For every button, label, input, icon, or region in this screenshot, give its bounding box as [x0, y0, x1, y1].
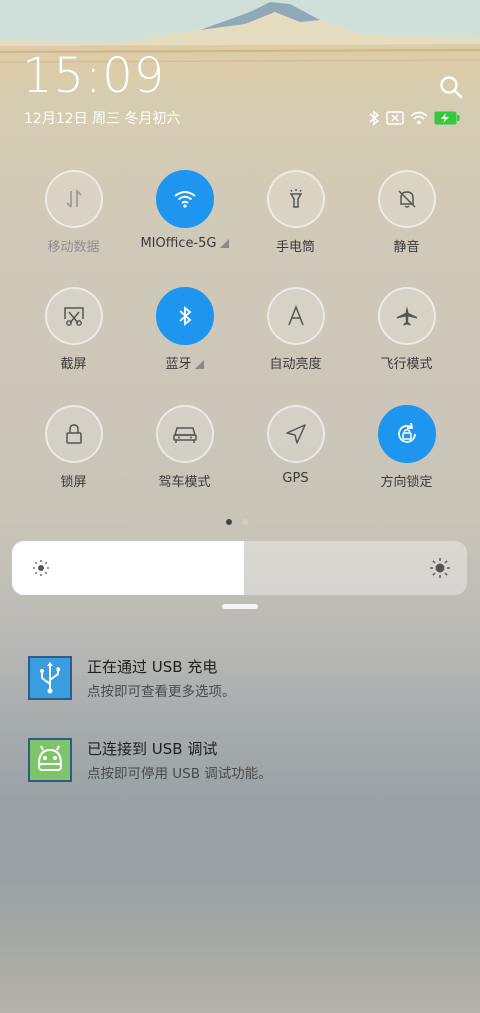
toggle-airplane[interactable]: 飞行模式 [351, 287, 462, 372]
wifi-icon [173, 191, 196, 208]
toggle-label: 截屏 [60, 357, 87, 372]
toggle-driving-mode[interactable]: 驾车模式 [129, 405, 240, 490]
page-dot-active [226, 519, 232, 525]
android-debug-icon [28, 738, 72, 782]
toggle-label: 静音 [393, 240, 420, 255]
notification-title: 正在通过 USB 充电 [87, 658, 218, 676]
toggle-mute[interactable]: 静音 [351, 170, 462, 255]
no-sim-icon [386, 111, 404, 125]
bluetooth-icon [178, 306, 191, 326]
usb-icon [28, 656, 72, 700]
brightness-low-icon [33, 560, 49, 576]
toggle-label: 移动数据 [47, 240, 100, 255]
brightness-high-icon [430, 558, 450, 578]
toggle-rotation-lock[interactable]: 方向锁定 [351, 405, 462, 490]
rotation-lock-icon [397, 422, 416, 443]
wifi-status-icon [410, 111, 428, 125]
mute-bell-icon [397, 190, 416, 208]
toggle-wifi[interactable]: MIOffice-5G [129, 170, 240, 251]
notification-title: 已连接到 USB 调试 [87, 740, 218, 758]
toggle-label: 方向锁定 [380, 475, 433, 490]
search-icon[interactable] [438, 74, 464, 100]
flashlight-icon [289, 189, 302, 208]
drag-handle[interactable] [222, 604, 258, 609]
toggle-flashlight[interactable]: 手电筒 [240, 170, 351, 255]
toggle-label: 蓝牙 [165, 357, 192, 372]
toggle-bluetooth[interactable]: 蓝牙 [129, 287, 240, 372]
mobile-data-icon [65, 188, 82, 208]
toggle-label: MIOffice-5G [140, 236, 217, 251]
battery-charging-icon [434, 111, 460, 125]
auto-brightness-icon [287, 305, 304, 326]
page-dot [242, 519, 248, 525]
toggle-label: GPS [282, 471, 309, 486]
lock-icon [65, 424, 82, 444]
clock-time: 15:09 [22, 48, 166, 104]
page-indicator [226, 519, 248, 525]
toggle-label: 锁屏 [60, 475, 87, 490]
toggle-auto-brightness[interactable]: 自动亮度 [240, 287, 351, 372]
toggle-label: 驾车模式 [158, 475, 211, 490]
toggle-label: 手电筒 [275, 240, 315, 255]
toggle-label: 自动亮度 [269, 357, 322, 372]
date-label: 12月12日 周三 冬月初六 [24, 111, 181, 127]
brightness-slider[interactable] [12, 541, 467, 595]
status-icons [368, 108, 460, 128]
airplane-icon [396, 306, 417, 326]
toggle-gps[interactable]: GPS [240, 405, 351, 486]
toggle-lock-screen[interactable]: 锁屏 [18, 405, 129, 490]
notification-text: 点按即可查看更多选项。 [87, 684, 236, 700]
bluetooth-status-icon [369, 110, 380, 126]
toggle-screenshot[interactable]: 截屏 [18, 287, 129, 372]
toggle-mobile-data[interactable]: 移动数据 [18, 170, 129, 255]
screenshot-icon [63, 307, 84, 326]
expand-indicator-icon [219, 239, 229, 248]
expand-indicator-icon [194, 360, 204, 369]
notification-text: 点按即可停用 USB 调试功能。 [87, 766, 272, 782]
toggle-label: 飞行模式 [380, 357, 433, 372]
car-icon [172, 427, 197, 443]
gps-icon [285, 424, 306, 444]
